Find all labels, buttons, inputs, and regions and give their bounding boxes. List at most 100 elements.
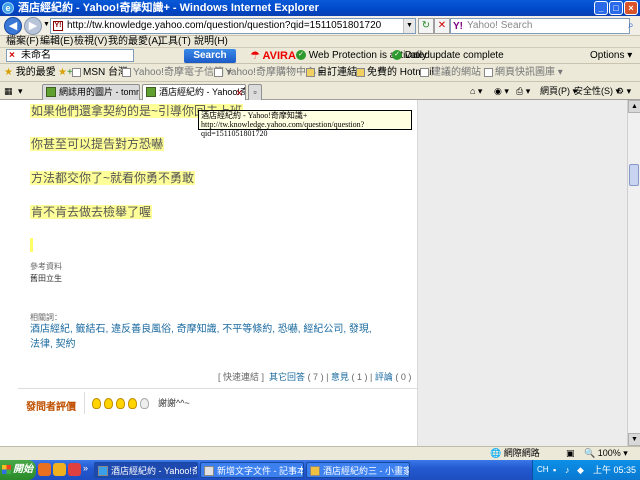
yahoo-search-placeholder: Yahoo! Search: [467, 20, 533, 31]
menu-bar: 檔案(F) 編輯(E) 檢視(V) 我的最愛(A) 工具(T) 說明(H): [0, 36, 640, 48]
safety-menu[interactable]: 安全性(S) ▾: [574, 82, 620, 100]
tab-grid-icon[interactable]: ▦: [4, 82, 13, 100]
quicklaunch-firefox-icon[interactable]: [38, 463, 51, 476]
stop-button[interactable]: ✕: [434, 18, 450, 34]
menu-view[interactable]: 檢視(V): [74, 36, 107, 48]
tab-hotel-contract[interactable]: 酒店經紀約 - Yahoo!奇... ✕: [142, 84, 246, 100]
rating-bulb-icon: [104, 398, 113, 409]
close-toolbar-icon[interactable]: ×: [9, 50, 15, 61]
other-answers-link[interactable]: 其它回答: [269, 372, 305, 382]
minimize-button[interactable]: _: [594, 1, 608, 15]
fav-item-suggested-sites[interactable]: 建議的網站 ▾: [420, 64, 489, 82]
page-icon: [356, 67, 365, 77]
feeds-icon[interactable]: ◉ ▾: [494, 82, 509, 100]
tab-row: ▦ ▾ 網誌用的圖片 - tommyeaf ... 酒店經紀約 - Yahoo!…: [0, 82, 640, 100]
home-icon[interactable]: ⌂ ▾: [470, 82, 482, 100]
ie-task-icon: [98, 466, 108, 476]
quicklaunch-media-icon[interactable]: [68, 463, 81, 476]
page-icon: [306, 67, 315, 77]
task-paint[interactable]: 酒店經紀約三 - 小畫家: [306, 462, 410, 478]
tab-favicon-icon: [146, 87, 156, 97]
internet-zone: 🌐 網際網路: [490, 448, 540, 458]
security-icon[interactable]: ◆: [577, 460, 584, 480]
yahoo-logo-icon: Y!: [453, 21, 463, 32]
msn-icon: [72, 67, 81, 77]
volume-icon[interactable]: ♪: [565, 460, 570, 480]
page-menu[interactable]: 網頁(P) ▾: [540, 82, 577, 100]
tab-list-dropdown-icon[interactable]: ▾: [18, 82, 23, 100]
task-ie[interactable]: 酒店經紀約 - Yahoo!奇...: [94, 462, 198, 478]
task-notepad[interactable]: 新增文字文件 - 記事本: [200, 462, 304, 478]
search-toolbar: × 未命名 Search ☂ AVIRA ✓ Web Protection is…: [0, 48, 640, 64]
menu-favorites[interactable]: 我的最愛(A): [108, 36, 161, 48]
check-icon: ✓: [296, 50, 306, 61]
menu-tools[interactable]: 工具(T): [158, 36, 191, 48]
favorites-center-button[interactable]: ★ 我的最愛: [4, 64, 56, 82]
rating-bulb-off-icon: [140, 398, 149, 409]
tab-image-blog[interactable]: 網誌用的圖片 - tommyeaf ...: [42, 84, 140, 100]
new-tab-button[interactable]: ▫: [248, 84, 262, 100]
quicklaunch-expand-icon[interactable]: »: [83, 463, 91, 476]
tooltip-url: http://tw.knowledge.yahoo.com/question/q…: [201, 120, 365, 138]
history-dropdown-icon[interactable]: ▼: [43, 21, 50, 28]
tooltip-title: 酒店經紀約 - Yahoo!奇摩知識+: [201, 111, 308, 120]
answer-links: [ 快速連結 ] 其它回答 ( 7 ) | 意見 ( 1 ) | 評論 ( 0 …: [218, 372, 412, 382]
toolbar-search-value: 未命名: [21, 50, 51, 61]
tags-line-2[interactable]: 法律, 契約: [30, 338, 76, 352]
network-icon[interactable]: ▪: [553, 460, 556, 480]
fav-item-msn[interactable]: MSN 台灣: [72, 64, 128, 82]
menu-file[interactable]: 檔案(F): [6, 36, 39, 48]
fav-item-web-slice-gallery[interactable]: 網頁快訊圖庫 ▾: [484, 64, 563, 82]
avira-logo: ☂ AVIRA: [250, 50, 296, 62]
window-title: 酒店經紀約 - Yahoo!奇摩知識+ - Windows Internet E…: [18, 2, 319, 14]
options-menu[interactable]: Options ▾: [590, 48, 632, 64]
forward-button[interactable]: ▶: [24, 17, 42, 35]
system-tray: CH ▪ ♪ ◆ 上午 05:35: [532, 460, 640, 480]
address-input[interactable]: Y! http://tw.knowledge.yahoo.com/questio…: [50, 18, 416, 34]
address-dropdown-icon[interactable]: ▼: [403, 19, 415, 33]
rating-section: [18, 388, 418, 418]
other-answers-count: ( 7 ): [307, 372, 324, 382]
start-button[interactable]: 開始: [0, 460, 36, 480]
comment-link[interactable]: 評論: [375, 372, 393, 382]
options-label: Options: [590, 50, 625, 61]
back-button[interactable]: ◀: [4, 17, 22, 35]
scroll-up-arrow[interactable]: ▲: [628, 100, 640, 113]
scroll-down-arrow[interactable]: ▼: [628, 433, 640, 446]
favorites-bar: ★ 我的最愛 ★+ MSN 台灣 Yahoo!奇摩電子信箱 ▾ Yahoo!奇摩…: [0, 64, 640, 82]
fav-item-custom-links[interactable]: 自訂連結: [306, 64, 357, 82]
quicklaunch-messenger-icon[interactable]: [53, 463, 66, 476]
search-go-icon[interactable]: ⌕: [628, 20, 634, 31]
toolbar-search-button[interactable]: Search: [184, 49, 236, 63]
add-favorite-icon[interactable]: ★+: [58, 64, 73, 82]
answer-line-3: 方法都交你了~就看你勇不勇敢: [30, 171, 196, 185]
yahoo-search-input[interactable]: Y! Yahoo! Search: [450, 18, 630, 34]
scroll-thumb[interactable]: [629, 164, 639, 186]
zoom-level[interactable]: 🔍 100% ▾: [584, 447, 628, 460]
language-indicator[interactable]: CH: [537, 460, 549, 480]
menu-edit[interactable]: 編輯(E): [40, 36, 73, 48]
refresh-button[interactable]: ↻: [418, 18, 434, 34]
paint-icon: [310, 466, 320, 476]
opinion-link[interactable]: 意見: [331, 372, 349, 382]
vertical-scrollbar[interactable]: ▲ ▼: [627, 100, 640, 446]
close-button[interactable]: ×: [624, 1, 638, 15]
highlight-cursor: [30, 238, 33, 252]
tags-line-1[interactable]: 酒店經紀, 籤結石, 違反善良風俗, 奇摩知識, 不平等條約, 恐嚇, 經紀公司…: [30, 323, 372, 337]
favorites-label: 我的最愛: [15, 67, 56, 78]
right-sidebar: [417, 100, 627, 446]
tools-icon[interactable]: ⚙ ▾: [616, 82, 631, 100]
suggested-sites-icon: [420, 67, 429, 77]
tab-close-icon[interactable]: ✕: [235, 86, 243, 100]
menu-help[interactable]: 說明(H): [194, 36, 228, 48]
web-slice-icon: [484, 67, 493, 77]
daily-update-label: Daily update complete: [404, 50, 504, 61]
maximize-button[interactable]: □: [609, 1, 623, 15]
reference-value: 舊田立生: [30, 274, 62, 283]
rating-bulb-icon: [116, 398, 125, 409]
print-icon[interactable]: ⎙ ▾: [516, 82, 530, 100]
toolbar-search-input[interactable]: × 未命名: [6, 49, 134, 62]
reference-title: 參考資料: [30, 262, 62, 271]
comment-count: ( 0 ): [395, 372, 412, 382]
quick-link[interactable]: [ 快速連結 ]: [218, 372, 264, 382]
